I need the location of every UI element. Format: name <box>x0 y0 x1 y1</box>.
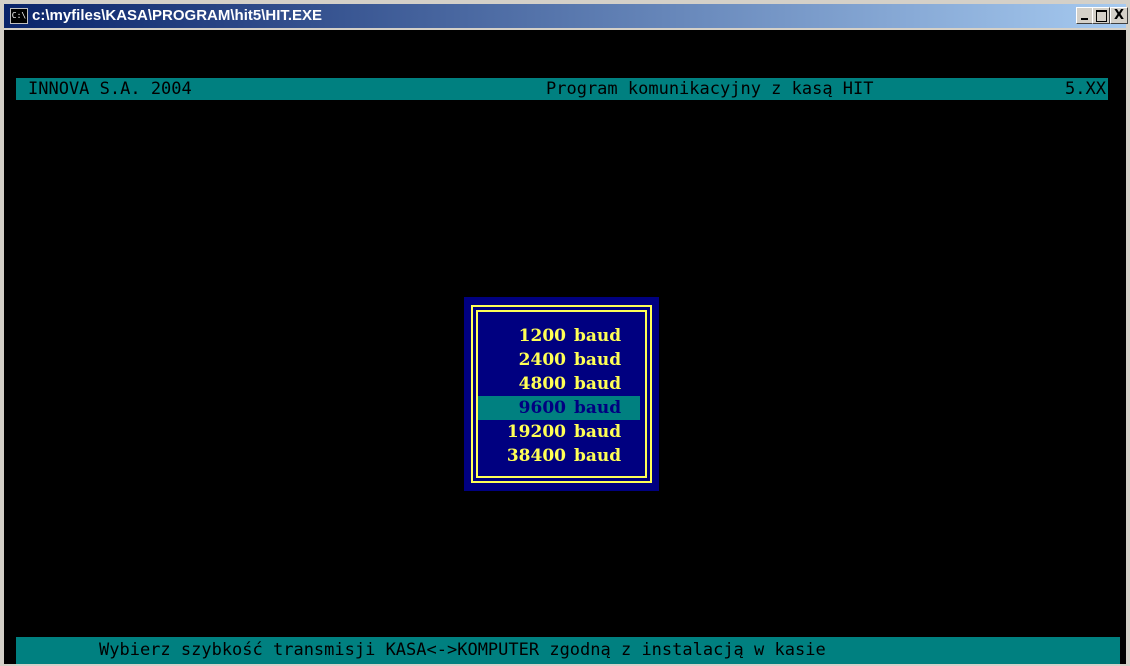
header-bar: INNOVA S.A. 2004 Program komunikacyjny z… <box>16 78 1108 100</box>
baud-value: 19200 <box>506 422 566 442</box>
baud-rate-list: 1200 baud 2400 baud 4800 baud 9600 baud <box>478 324 640 468</box>
baud-value: 2400 <box>518 350 566 370</box>
baud-value: 38400 <box>506 446 566 466</box>
baud-unit: baud <box>574 446 622 466</box>
version-label: 5.XX <box>1065 79 1106 99</box>
baud-unit: baud <box>574 398 622 418</box>
close-button[interactable]: X <box>1110 7 1128 24</box>
baud-value: 4800 <box>518 374 566 394</box>
console-window: C:\ c:\myfiles\KASA\PROGRAM\hit5\HIT.EXE… <box>0 0 1130 666</box>
baud-unit: baud <box>574 326 622 346</box>
dialog-double-border: 1200 baud 2400 baud 4800 baud 9600 baud <box>471 305 652 483</box>
baud-unit: baud <box>574 374 622 394</box>
company-label: INNOVA S.A. 2004 <box>28 79 192 99</box>
status-message: Wybierz szybkość transmisji KASA<->KOMPU… <box>99 640 826 660</box>
maximize-button[interactable] <box>1092 7 1110 24</box>
baud-unit: baud <box>574 350 622 370</box>
window-title: c:\myfiles\KASA\PROGRAM\hit5\HIT.EXE <box>32 7 323 24</box>
console-area[interactable]: INNOVA S.A. 2004 Program komunikacyjny z… <box>4 30 1126 664</box>
baud-option-19200[interactable]: 19200 baud <box>478 420 640 444</box>
window-titlebar[interactable]: C:\ c:\myfiles\KASA\PROGRAM\hit5\HIT.EXE… <box>4 4 1128 28</box>
baud-rate-dialog: 1200 baud 2400 baud 4800 baud 9600 baud <box>464 297 659 491</box>
status-bar: Wybierz szybkość transmisji KASA<->KOMPU… <box>16 637 1120 664</box>
baud-unit: baud <box>574 422 622 442</box>
baud-option-38400[interactable]: 38400 baud <box>478 444 640 468</box>
baud-option-2400[interactable]: 2400 baud <box>478 348 640 372</box>
baud-value: 1200 <box>518 326 566 346</box>
baud-option-9600[interactable]: 9600 baud <box>478 396 640 420</box>
console-app-icon[interactable]: C:\ <box>10 8 28 24</box>
baud-option-4800[interactable]: 4800 baud <box>478 372 640 396</box>
program-title: Program komunikacyjny z kasą HIT <box>546 79 874 99</box>
baud-value: 9600 <box>518 398 566 418</box>
baud-option-1200[interactable]: 1200 baud <box>478 324 640 348</box>
